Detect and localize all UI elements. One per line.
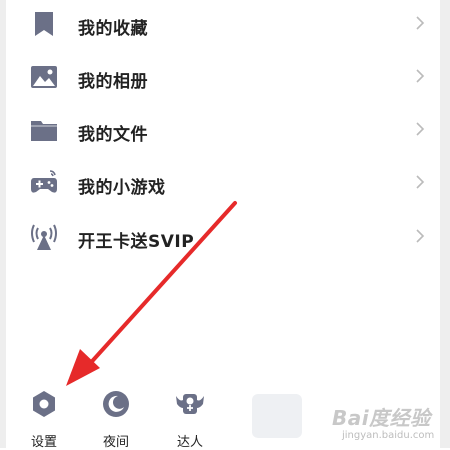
settings-icon xyxy=(33,391,55,417)
gamepad-icon xyxy=(31,170,57,193)
menu-item-label: 开王卡送SVIP xyxy=(78,232,195,252)
menu-item-label: 我的收藏 xyxy=(78,19,148,39)
image-icon xyxy=(31,66,57,88)
chevron-right-icon xyxy=(416,69,425,83)
chevron-right-icon xyxy=(416,122,425,136)
menu-item-label: 我的相册 xyxy=(78,72,148,92)
moon-icon xyxy=(103,391,129,417)
talent-button[interactable]: 达人 xyxy=(162,386,218,450)
menu-item-favorites[interactable]: 我的收藏 xyxy=(6,4,440,52)
night-mode-button[interactable]: 夜间 xyxy=(88,386,144,450)
broadcast-tower-icon xyxy=(31,224,57,250)
blurred-region xyxy=(252,394,302,438)
chevron-right-icon xyxy=(416,175,425,189)
menu-item-label: 我的文件 xyxy=(78,125,148,145)
settings-button[interactable]: 设置 xyxy=(16,386,72,450)
watermark-logo-text: Bai度经验 xyxy=(332,406,431,430)
menu-item-files[interactable]: 我的文件 xyxy=(6,110,440,158)
menu-item-svip-promo[interactable]: 开王卡送SVIP xyxy=(6,217,440,265)
talent-label: 达人 xyxy=(176,435,203,450)
right-edge xyxy=(440,0,450,448)
menu-item-label: 我的小游戏 xyxy=(78,178,166,198)
folder-icon xyxy=(31,121,57,141)
menu-item-album[interactable]: 我的相册 xyxy=(6,57,440,105)
watermark-url: jingyan.baidu.com xyxy=(342,430,435,441)
menu-item-minigames[interactable]: 我的小游戏 xyxy=(6,163,440,211)
bookmark-icon xyxy=(35,12,53,36)
settings-label: 设置 xyxy=(30,435,57,450)
talent-badge-icon xyxy=(176,394,204,414)
chevron-right-icon xyxy=(416,16,425,30)
chevron-right-icon xyxy=(416,229,425,243)
watermark: Bai度经验 jingyan.baidu.com xyxy=(322,390,442,444)
night-mode-label: 夜间 xyxy=(102,435,129,450)
